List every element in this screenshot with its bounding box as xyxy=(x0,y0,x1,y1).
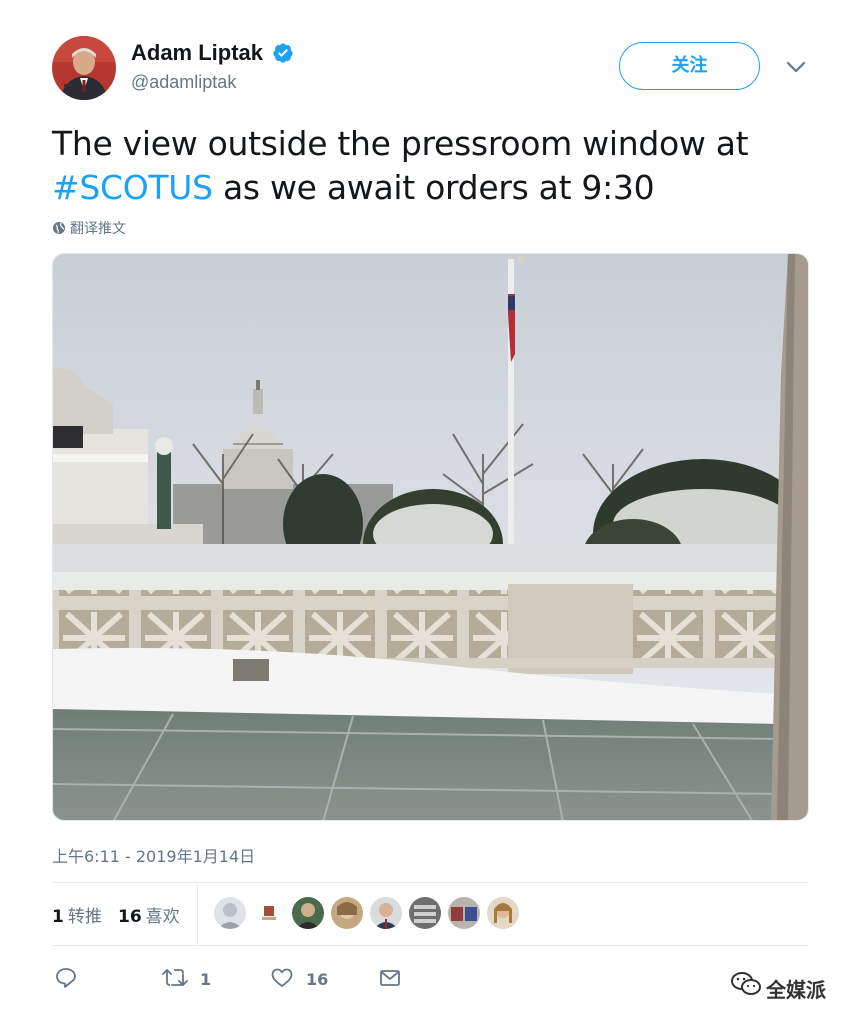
photo-scene xyxy=(53,254,808,820)
author-display-name[interactable]: Adam Liptak xyxy=(131,40,263,66)
likes-label: 喜欢 xyxy=(145,907,180,927)
globe-icon xyxy=(53,222,65,234)
reply-button[interactable] xyxy=(54,966,80,992)
translate-label: 翻译推文 xyxy=(70,221,126,237)
tweet-text-end: as we await orders at 9:30 xyxy=(212,168,655,207)
wechat-logo-icon xyxy=(731,972,761,995)
retweets-count: 1 xyxy=(52,907,64,927)
tweet-actions: 1 16 xyxy=(52,962,808,996)
tweet-photo[interactable] xyxy=(52,253,809,821)
liker-avatar[interactable] xyxy=(409,897,441,929)
stats-divider xyxy=(197,885,198,945)
divider-top xyxy=(52,882,808,883)
watermark-text: 全媒派 xyxy=(766,978,826,1002)
hashtag-link[interactable]: #SCOTUS xyxy=(52,168,213,207)
liker-avatar[interactable] xyxy=(214,897,246,929)
watermark: 全媒派 xyxy=(730,970,826,1002)
chevron-down-icon[interactable] xyxy=(784,58,808,76)
author-names: Adam Liptak @adamliptak xyxy=(131,40,294,93)
translate-tweet-link[interactable]: 翻译推文 xyxy=(52,218,126,238)
author-avatar[interactable] xyxy=(52,36,116,100)
reply-icon xyxy=(56,968,76,988)
divider-bottom xyxy=(52,945,808,946)
tweet-timestamp[interactable]: 上午6:11 - 2019年1月14日 xyxy=(52,843,255,867)
liker-avatar[interactable] xyxy=(487,897,519,929)
like-count: 16 xyxy=(306,970,329,989)
retweets-stat[interactable]: 1 转推 xyxy=(52,902,102,927)
like-button[interactable]: 16 xyxy=(270,966,330,992)
liker-avatar[interactable] xyxy=(448,897,480,929)
likes-stat[interactable]: 16 喜欢 xyxy=(118,902,180,927)
direct-message-button[interactable] xyxy=(378,966,404,992)
liker-avatar[interactable] xyxy=(370,897,402,929)
likes-count: 16 xyxy=(118,907,142,927)
tweet-stats: 1 转推 16 喜欢 xyxy=(52,885,808,945)
tweet-text-start: The view outside the pressroom window at xyxy=(52,124,749,163)
verified-badge-icon xyxy=(273,43,294,63)
liker-avatar[interactable] xyxy=(253,897,285,929)
follow-button[interactable]: 关注 xyxy=(619,42,760,90)
liker-avatar[interactable] xyxy=(292,897,324,929)
author-handle[interactable]: @adamliptak xyxy=(131,72,294,93)
retweets-label: 转推 xyxy=(67,907,102,927)
tweet-header: Adam Liptak @adamliptak 关注 xyxy=(52,36,812,106)
tweet-text: The view outside the pressroom window at… xyxy=(52,122,812,210)
retweet-icon xyxy=(162,969,188,986)
heart-icon xyxy=(271,968,293,987)
envelope-icon xyxy=(380,970,400,986)
retweet-count: 1 xyxy=(200,970,212,989)
liker-avatar[interactable] xyxy=(331,897,363,929)
retweet-button[interactable]: 1 xyxy=(162,966,222,992)
